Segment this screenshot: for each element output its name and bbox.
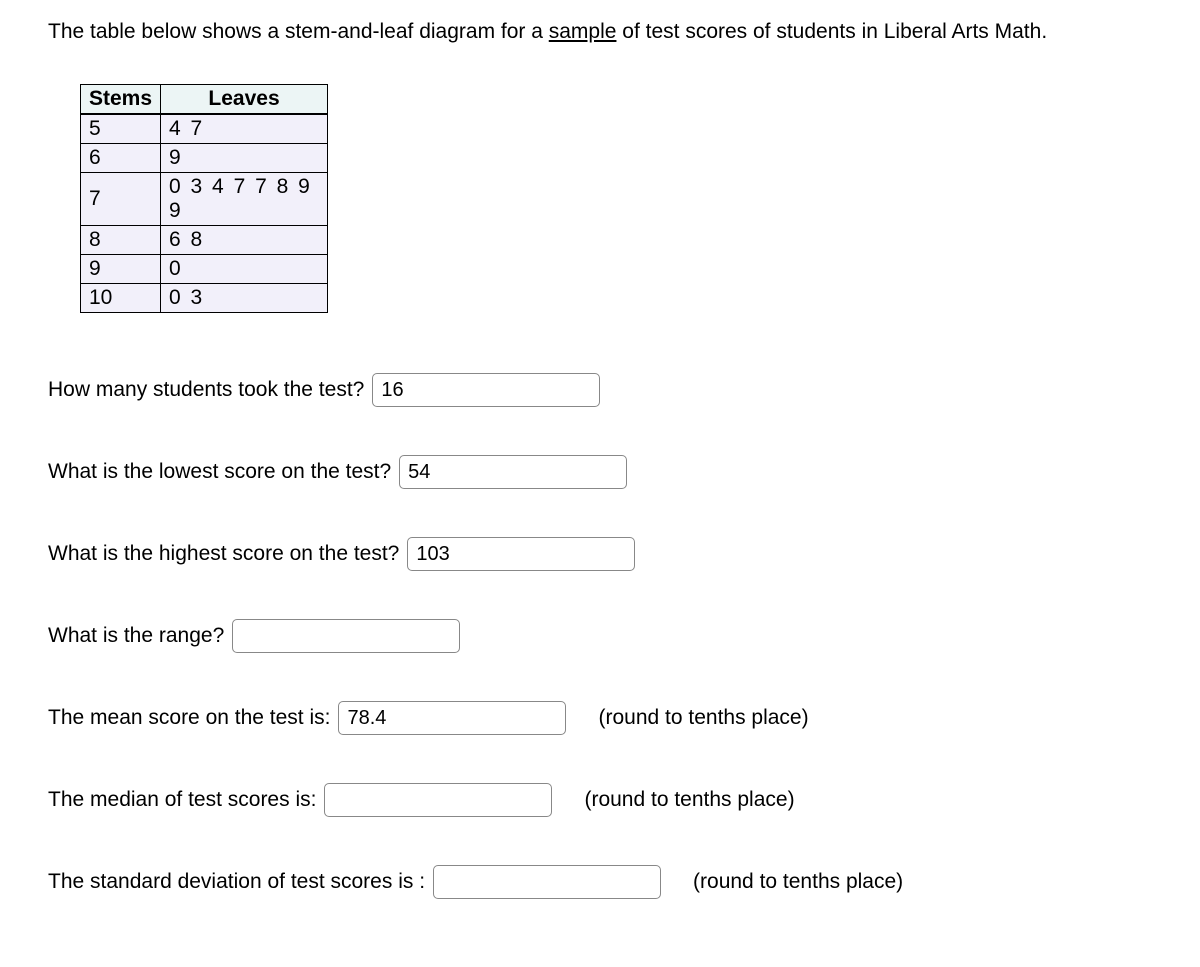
lowest-score-input[interactable]	[399, 455, 627, 489]
question-label: What is the highest score on the test?	[48, 542, 399, 566]
table-row: 6 9	[81, 144, 328, 173]
stem-leaf-table: Stems Leaves 5 4 7 6 9 7 0 3 4 7 7 8 9 9…	[80, 84, 328, 313]
question-range: What is the range?	[48, 619, 1152, 653]
rounding-hint: (round to tenths place)	[598, 706, 808, 730]
leaves-cell: 0 3 4 7 7 8 9 9	[161, 173, 328, 226]
leaves-cell: 0	[161, 255, 328, 284]
table-row: 9 0	[81, 255, 328, 284]
question-median: The median of test scores is: (round to …	[48, 783, 1152, 817]
leaves-cell: 9	[161, 144, 328, 173]
mean-input[interactable]	[338, 701, 566, 735]
intro-suffix: of test scores of students in Liberal Ar…	[616, 20, 1047, 43]
stem-cell: 9	[81, 255, 161, 284]
table-row: 5 4 7	[81, 114, 328, 144]
stem-cell: 8	[81, 226, 161, 255]
question-label: How many students took the test?	[48, 378, 364, 402]
stem-cell: 6	[81, 144, 161, 173]
question-label: What is the lowest score on the test?	[48, 460, 391, 484]
table-row: 10 0 3	[81, 284, 328, 313]
question-lowest-score: What is the lowest score on the test?	[48, 455, 1152, 489]
stem-cell: 10	[81, 284, 161, 313]
intro-underlined: sample	[549, 20, 617, 43]
leaves-cell: 4 7	[161, 114, 328, 144]
intro-text: The table below shows a stem-and-leaf di…	[48, 20, 1152, 44]
range-input[interactable]	[232, 619, 460, 653]
std-dev-input[interactable]	[433, 865, 661, 899]
question-students-count: How many students took the test?	[48, 373, 1152, 407]
question-label: The mean score on the test is:	[48, 706, 330, 730]
intro-prefix: The table below shows a stem-and-leaf di…	[48, 20, 549, 43]
table-row: 8 6 8	[81, 226, 328, 255]
question-label: The median of test scores is:	[48, 788, 316, 812]
header-stems: Stems	[81, 85, 161, 115]
table-row: 7 0 3 4 7 7 8 9 9	[81, 173, 328, 226]
question-std-dev: The standard deviation of test scores is…	[48, 865, 1152, 899]
question-highest-score: What is the highest score on the test?	[48, 537, 1152, 571]
stem-cell: 7	[81, 173, 161, 226]
students-count-input[interactable]	[372, 373, 600, 407]
median-input[interactable]	[324, 783, 552, 817]
highest-score-input[interactable]	[407, 537, 635, 571]
leaves-cell: 0 3	[161, 284, 328, 313]
question-label: What is the range?	[48, 624, 224, 648]
question-label: The standard deviation of test scores is…	[48, 870, 425, 894]
rounding-hint: (round to tenths place)	[584, 788, 794, 812]
question-mean: The mean score on the test is: (round to…	[48, 701, 1152, 735]
stem-cell: 5	[81, 114, 161, 144]
header-leaves: Leaves	[161, 85, 328, 115]
rounding-hint: (round to tenths place)	[693, 870, 903, 894]
leaves-cell: 6 8	[161, 226, 328, 255]
